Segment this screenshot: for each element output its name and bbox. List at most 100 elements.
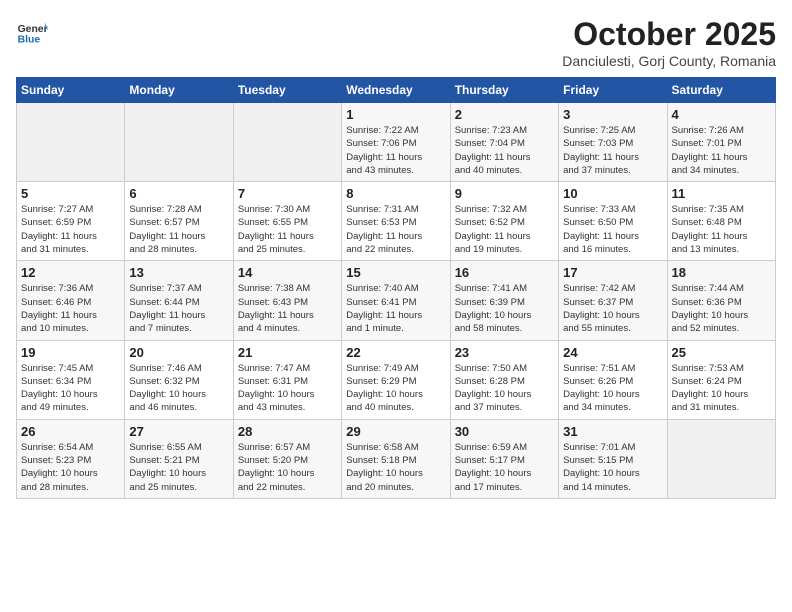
day-number: 9 bbox=[455, 186, 554, 201]
day-number: 3 bbox=[563, 107, 662, 122]
day-info: Sunrise: 7:35 AM Sunset: 6:48 PM Dayligh… bbox=[672, 203, 771, 256]
day-number: 29 bbox=[346, 424, 445, 439]
day-info: Sunrise: 7:45 AM Sunset: 6:34 PM Dayligh… bbox=[21, 362, 120, 415]
calendar-cell: 10 Sunrise: 7:33 AM Sunset: 6:50 PM Dayli… bbox=[559, 182, 667, 261]
day-info: Sunrise: 7:46 AM Sunset: 6:32 PM Dayligh… bbox=[129, 362, 228, 415]
page-header: General Blue October 2025 Danciulesti, G… bbox=[16, 16, 776, 69]
day-info: Sunrise: 7:53 AM Sunset: 6:24 PM Dayligh… bbox=[672, 362, 771, 415]
calendar-cell: 2 Sunrise: 7:23 AM Sunset: 7:04 PM Daylig… bbox=[450, 103, 558, 182]
calendar-cell: 17 Sunrise: 7:42 AM Sunset: 6:37 PM Dayli… bbox=[559, 261, 667, 340]
calendar-cell: 11 Sunrise: 7:35 AM Sunset: 6:48 PM Dayli… bbox=[667, 182, 775, 261]
logo-icon: General Blue bbox=[16, 16, 48, 48]
calendar-cell: 18Sunrise: 7:44 AM Sunset: 6:36 PM Dayli… bbox=[667, 261, 775, 340]
day-info: Sunrise: 7:37 AM Sunset: 6:44 PM Dayligh… bbox=[129, 282, 228, 335]
calendar-cell: 9 Sunrise: 7:32 AM Sunset: 6:52 PM Daylig… bbox=[450, 182, 558, 261]
day-number: 22 bbox=[346, 345, 445, 360]
calendar-cell: 29 Sunrise: 6:58 AM Sunset: 5:18 PM Dayli… bbox=[342, 419, 450, 498]
day-number: 28 bbox=[238, 424, 337, 439]
day-info: Sunrise: 7:28 AM Sunset: 6:57 PM Dayligh… bbox=[129, 203, 228, 256]
day-info: Sunrise: 7:47 AM Sunset: 6:31 PM Dayligh… bbox=[238, 362, 337, 415]
calendar-cell: 8Sunrise: 7:31 AM Sunset: 6:53 PM Daylig… bbox=[342, 182, 450, 261]
day-number: 11 bbox=[672, 186, 771, 201]
day-number: 27 bbox=[129, 424, 228, 439]
day-number: 5 bbox=[21, 186, 120, 201]
calendar-cell: 6 Sunrise: 7:28 AM Sunset: 6:57 PM Daylig… bbox=[125, 182, 233, 261]
day-info: Sunrise: 7:27 AM Sunset: 6:59 PM Dayligh… bbox=[21, 203, 120, 256]
calendar-cell: 16 Sunrise: 7:41 AM Sunset: 6:39 PM Dayli… bbox=[450, 261, 558, 340]
day-number: 21 bbox=[238, 345, 337, 360]
calendar-cell: 15Sunrise: 7:40 AM Sunset: 6:41 PM Dayli… bbox=[342, 261, 450, 340]
calendar-week-row: 5 Sunrise: 7:27 AM Sunset: 6:59 PM Daylig… bbox=[17, 182, 776, 261]
day-info: Sunrise: 7:42 AM Sunset: 6:37 PM Dayligh… bbox=[563, 282, 662, 335]
calendar-week-row: 19 Sunrise: 7:45 AM Sunset: 6:34 PM Dayli… bbox=[17, 340, 776, 419]
day-info: Sunrise: 6:57 AM Sunset: 5:20 PM Dayligh… bbox=[238, 441, 337, 494]
day-info: Sunrise: 7:25 AM Sunset: 7:03 PM Dayligh… bbox=[563, 124, 662, 177]
day-number: 2 bbox=[455, 107, 554, 122]
calendar-subtitle: Danciulesti, Gorj County, Romania bbox=[562, 53, 776, 69]
day-info: Sunrise: 7:31 AM Sunset: 6:53 PM Dayligh… bbox=[346, 203, 445, 256]
day-number: 26 bbox=[21, 424, 120, 439]
calendar-week-row: 12 Sunrise: 7:36 AM Sunset: 6:46 PM Dayli… bbox=[17, 261, 776, 340]
day-number: 17 bbox=[563, 265, 662, 280]
svg-text:Blue: Blue bbox=[18, 34, 41, 45]
calendar-cell: 5 Sunrise: 7:27 AM Sunset: 6:59 PM Daylig… bbox=[17, 182, 125, 261]
day-info: Sunrise: 7:51 AM Sunset: 6:26 PM Dayligh… bbox=[563, 362, 662, 415]
calendar-week-row: 26 Sunrise: 6:54 AM Sunset: 5:23 PM Dayli… bbox=[17, 419, 776, 498]
calendar-cell: 30Sunrise: 6:59 AM Sunset: 5:17 PM Dayli… bbox=[450, 419, 558, 498]
calendar-cell: 3 Sunrise: 7:25 AM Sunset: 7:03 PM Daylig… bbox=[559, 103, 667, 182]
day-info: Sunrise: 6:58 AM Sunset: 5:18 PM Dayligh… bbox=[346, 441, 445, 494]
day-info: Sunrise: 7:49 AM Sunset: 6:29 PM Dayligh… bbox=[346, 362, 445, 415]
weekday-header-saturday: Saturday bbox=[667, 78, 775, 103]
day-info: Sunrise: 7:36 AM Sunset: 6:46 PM Dayligh… bbox=[21, 282, 120, 335]
day-info: Sunrise: 7:23 AM Sunset: 7:04 PM Dayligh… bbox=[455, 124, 554, 177]
calendar-cell: 20 Sunrise: 7:46 AM Sunset: 6:32 PM Dayli… bbox=[125, 340, 233, 419]
svg-text:General: General bbox=[18, 24, 48, 35]
calendar-cell bbox=[17, 103, 125, 182]
day-number: 20 bbox=[129, 345, 228, 360]
weekday-header-monday: Monday bbox=[125, 78, 233, 103]
weekday-header-wednesday: Wednesday bbox=[342, 78, 450, 103]
day-number: 13 bbox=[129, 265, 228, 280]
day-info: Sunrise: 6:59 AM Sunset: 5:17 PM Dayligh… bbox=[455, 441, 554, 494]
calendar-cell: 4Sunrise: 7:26 AM Sunset: 7:01 PM Daylig… bbox=[667, 103, 775, 182]
weekday-header-tuesday: Tuesday bbox=[233, 78, 341, 103]
calendar-cell: 27 Sunrise: 6:55 AM Sunset: 5:21 PM Dayli… bbox=[125, 419, 233, 498]
day-number: 19 bbox=[21, 345, 120, 360]
calendar-week-row: 1Sunrise: 7:22 AM Sunset: 7:06 PM Daylig… bbox=[17, 103, 776, 182]
day-info: Sunrise: 7:50 AM Sunset: 6:28 PM Dayligh… bbox=[455, 362, 554, 415]
day-info: Sunrise: 6:54 AM Sunset: 5:23 PM Dayligh… bbox=[21, 441, 120, 494]
calendar-cell: 21 Sunrise: 7:47 AM Sunset: 6:31 PM Dayli… bbox=[233, 340, 341, 419]
logo: General Blue bbox=[16, 16, 48, 48]
calendar-cell: 14 Sunrise: 7:38 AM Sunset: 6:43 PM Dayli… bbox=[233, 261, 341, 340]
calendar-cell bbox=[233, 103, 341, 182]
day-number: 12 bbox=[21, 265, 120, 280]
calendar-cell bbox=[667, 419, 775, 498]
weekday-header-thursday: Thursday bbox=[450, 78, 558, 103]
calendar-cell: 13 Sunrise: 7:37 AM Sunset: 6:44 PM Dayli… bbox=[125, 261, 233, 340]
day-info: Sunrise: 7:40 AM Sunset: 6:41 PM Dayligh… bbox=[346, 282, 445, 335]
title-block: October 2025 Danciulesti, Gorj County, R… bbox=[562, 16, 776, 69]
weekday-header-row: SundayMondayTuesdayWednesdayThursdayFrid… bbox=[17, 78, 776, 103]
day-info: Sunrise: 7:30 AM Sunset: 6:55 PM Dayligh… bbox=[238, 203, 337, 256]
day-number: 25 bbox=[672, 345, 771, 360]
calendar-cell: 12 Sunrise: 7:36 AM Sunset: 6:46 PM Dayli… bbox=[17, 261, 125, 340]
calendar-title: October 2025 bbox=[562, 16, 776, 53]
calendar-cell: 24 Sunrise: 7:51 AM Sunset: 6:26 PM Dayli… bbox=[559, 340, 667, 419]
day-info: Sunrise: 6:55 AM Sunset: 5:21 PM Dayligh… bbox=[129, 441, 228, 494]
calendar-cell: 23 Sunrise: 7:50 AM Sunset: 6:28 PM Dayli… bbox=[450, 340, 558, 419]
day-info: Sunrise: 7:33 AM Sunset: 6:50 PM Dayligh… bbox=[563, 203, 662, 256]
day-number: 1 bbox=[346, 107, 445, 122]
day-info: Sunrise: 7:32 AM Sunset: 6:52 PM Dayligh… bbox=[455, 203, 554, 256]
day-number: 14 bbox=[238, 265, 337, 280]
calendar-cell: 22 Sunrise: 7:49 AM Sunset: 6:29 PM Dayli… bbox=[342, 340, 450, 419]
calendar-cell: 26 Sunrise: 6:54 AM Sunset: 5:23 PM Dayli… bbox=[17, 419, 125, 498]
day-number: 10 bbox=[563, 186, 662, 201]
day-number: 6 bbox=[129, 186, 228, 201]
day-info: Sunrise: 7:38 AM Sunset: 6:43 PM Dayligh… bbox=[238, 282, 337, 335]
day-number: 23 bbox=[455, 345, 554, 360]
calendar-cell: 7Sunrise: 7:30 AM Sunset: 6:55 PM Daylig… bbox=[233, 182, 341, 261]
day-info: Sunrise: 7:26 AM Sunset: 7:01 PM Dayligh… bbox=[672, 124, 771, 177]
day-info: Sunrise: 7:41 AM Sunset: 6:39 PM Dayligh… bbox=[455, 282, 554, 335]
day-number: 24 bbox=[563, 345, 662, 360]
day-number: 16 bbox=[455, 265, 554, 280]
